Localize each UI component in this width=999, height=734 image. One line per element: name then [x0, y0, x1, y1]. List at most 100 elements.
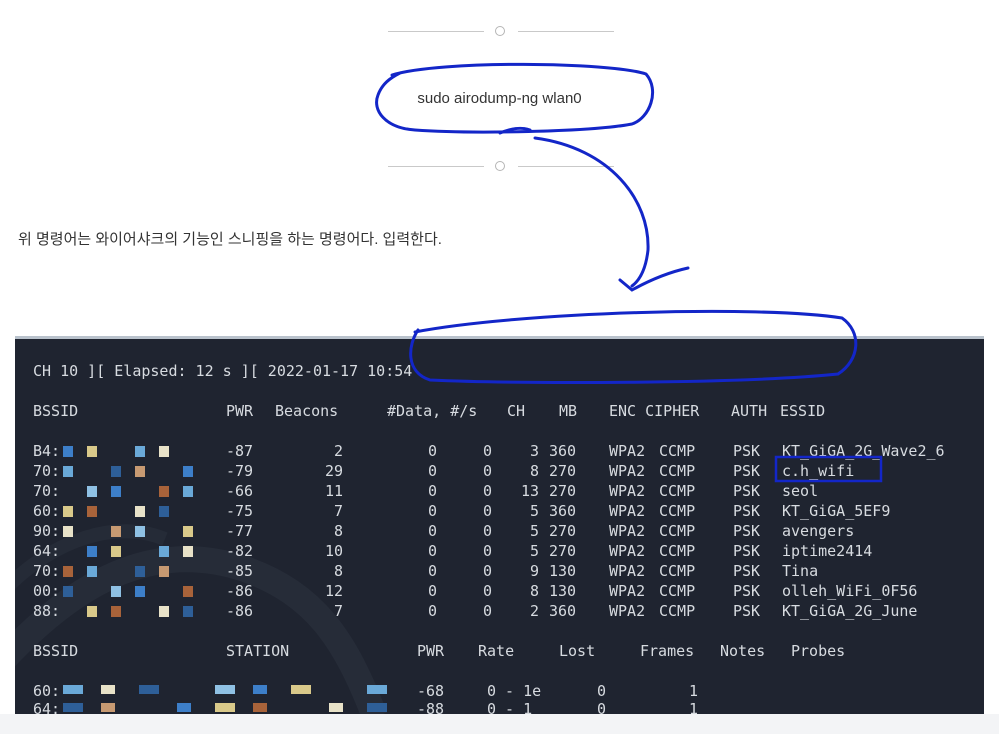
redaction-pixel	[183, 606, 193, 617]
arrow-head-annotation	[618, 266, 690, 292]
ap-cell-rate: 0	[482, 462, 492, 480]
redaction-pixel	[87, 486, 97, 497]
status-line: CH 10 ][ Elapsed: 12 s ][ 2022-01-17 10:…	[33, 362, 413, 380]
ap-cell-essid: Tina	[782, 562, 819, 580]
ap-cell-cipher: CCMP	[659, 442, 696, 460]
ap-cell-data: 0	[427, 502, 437, 520]
ap-cell-essid: seol	[782, 482, 819, 500]
ap-cell-data: 0	[427, 582, 437, 600]
station-header-station: STATION	[226, 642, 290, 660]
ap-cell-data: 0	[427, 562, 437, 580]
ap-cell-rate: 0	[482, 442, 492, 460]
ap-cell-enc: WPA2	[609, 482, 646, 500]
redaction-pixel	[183, 546, 193, 557]
ap-header-mb: MB	[559, 402, 578, 420]
redaction-pixel	[253, 703, 267, 712]
bottom-divider	[388, 159, 614, 173]
redaction-pixel	[87, 506, 97, 517]
ap-cell-auth: PSK	[733, 522, 761, 540]
station-header-notes: Notes	[720, 642, 766, 660]
ap-cell-bssid: 70:	[33, 462, 61, 480]
ap-cell-enc: WPA2	[609, 502, 646, 520]
ap-cell-cipher: CCMP	[659, 602, 696, 620]
station-cell-lost: 0	[597, 682, 607, 700]
redaction-pixel	[63, 586, 73, 597]
ap-cell-enc: WPA2	[609, 602, 646, 620]
ap-cell-beacons: 10	[324, 542, 343, 560]
redaction-pixel	[329, 703, 343, 712]
redaction-pixel	[159, 566, 169, 577]
redaction-pixel	[183, 586, 193, 597]
ap-cell-essid: KT_GiGA_2G_June	[782, 602, 918, 620]
ap-cell-bssid: 70:	[33, 482, 61, 500]
redaction-pixel	[111, 586, 121, 597]
ap-header-ch: CH	[507, 402, 526, 420]
ap-cell-mb: 270	[549, 482, 577, 500]
ap-cell-auth: PSK	[733, 602, 761, 620]
ap-cell-beacons: 7	[333, 502, 343, 520]
redaction-pixel	[87, 566, 97, 577]
redaction-pixel	[183, 486, 193, 497]
ap-cell-ch: 8	[529, 582, 539, 600]
station-header-rate: Rate	[478, 642, 515, 660]
ap-cell-beacons: 29	[324, 462, 343, 480]
ap-cell-enc: WPA2	[609, 562, 646, 580]
ap-cell-essid: c.h_wifi	[782, 462, 855, 480]
station-header-pwr: PWR	[417, 642, 445, 660]
ap-cell-bssid: 00:	[33, 582, 61, 600]
ap-cell-ch: 2	[529, 602, 539, 620]
station-header-probes: Probes	[791, 642, 846, 660]
ap-cell-essid: iptime2414	[782, 542, 873, 560]
redaction-pixel	[111, 486, 121, 497]
redaction-pixel	[177, 703, 191, 712]
ap-cell-data: 0	[427, 522, 437, 540]
redaction-pixel	[111, 546, 121, 557]
ap-cell-bssid: B4:	[33, 442, 61, 460]
ap-header-beacons: Beacons	[275, 402, 339, 420]
ap-cell-cipher: CCMP	[659, 582, 696, 600]
redaction-pixel	[253, 685, 267, 694]
station-cell-bssid: 60:	[33, 682, 61, 700]
ap-cell-cipher: CCMP	[659, 462, 696, 480]
ap-cell-essid: KT_GiGA_2G_Wave2_6	[782, 442, 945, 460]
station-header-bssid: BSSID	[33, 642, 79, 660]
redaction-pixel	[63, 685, 83, 694]
ap-cell-pwr: -75	[226, 502, 254, 520]
redaction-pixel	[63, 466, 73, 477]
ap-cell-pwr: -86	[226, 582, 254, 600]
redaction-pixel	[183, 526, 193, 537]
description-paragraph: 위 명령어는 와이어샤크의 기능인 스니핑을 하는 명령어다. 입력한다.	[18, 231, 442, 248]
ap-header-bssid: BSSID	[33, 402, 79, 420]
ap-cell-pwr: -77	[226, 522, 254, 540]
redaction-pixel	[135, 506, 145, 517]
ap-cell-ch: 8	[529, 462, 539, 480]
station-cell-frames: 1	[689, 682, 699, 700]
redaction-pixel	[367, 703, 387, 712]
redaction-pixel	[215, 703, 235, 712]
station-header-frames: Frames	[640, 642, 695, 660]
ap-cell-beacons: 12	[324, 582, 343, 600]
ap-cell-rate: 0	[482, 562, 492, 580]
station-cell-rate: 0 - 1e	[487, 682, 542, 700]
redaction-pixel	[63, 566, 73, 577]
ap-cell-cipher: CCMP	[659, 522, 696, 540]
ap-cell-ch: 5	[529, 522, 539, 540]
redaction-pixel	[135, 586, 145, 597]
ap-cell-cipher: CCMP	[659, 502, 696, 520]
ap-cell-rate: 0	[482, 502, 492, 520]
ap-cell-data: 0	[427, 542, 437, 560]
redaction-pixel	[367, 685, 387, 694]
ap-cell-auth: PSK	[733, 442, 761, 460]
redaction-pixel	[215, 685, 235, 694]
ap-cell-auth: PSK	[733, 502, 761, 520]
redaction-pixel	[159, 486, 169, 497]
redaction-pixel	[101, 685, 115, 694]
ap-cell-pwr: -85	[226, 562, 254, 580]
ap-cell-ch: 9	[529, 562, 539, 580]
ap-cell-mb: 130	[549, 562, 577, 580]
ap-cell-mb: 270	[549, 542, 577, 560]
redaction-pixel	[63, 506, 73, 517]
ap-cell-pwr: -79	[226, 462, 254, 480]
ap-cell-auth: PSK	[733, 482, 761, 500]
station-header-lost: Lost	[559, 642, 596, 660]
